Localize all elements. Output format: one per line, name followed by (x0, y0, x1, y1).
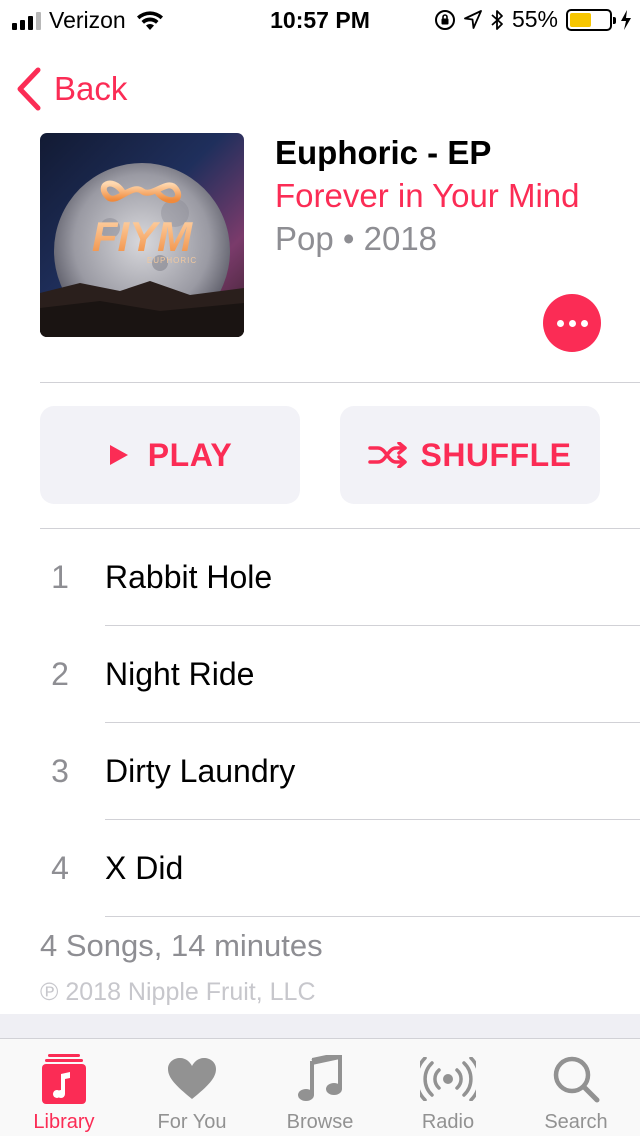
tab-for-you[interactable]: For You (128, 1039, 256, 1136)
shuffle-icon (368, 442, 408, 468)
music-note-icon (292, 1051, 348, 1107)
svg-text:EUPHORIC: EUPHORIC (147, 256, 197, 265)
tab-bar: Library For You Browse Radio Search (0, 1038, 640, 1136)
track-title: X Did (105, 850, 184, 886)
chevron-left-icon (17, 67, 41, 111)
more-options-button[interactable] (543, 294, 601, 352)
track-row[interactable]: 3 Dirty Laundry (0, 723, 640, 820)
tab-label: Library (33, 1111, 95, 1133)
header-divider (40, 382, 640, 383)
play-label: PLAY (147, 436, 233, 473)
tab-browse[interactable]: Browse (256, 1039, 384, 1136)
play-button[interactable]: PLAY (40, 406, 300, 504)
now-playing-spacer (0, 1014, 640, 1038)
copyright-text: ℗ 2018 Nipple Fruit, LLC (40, 978, 316, 1006)
track-number: 2 (51, 656, 69, 692)
track-title: Rabbit Hole (105, 559, 273, 595)
track-title: Night Ride (105, 656, 255, 692)
track-title: Dirty Laundry (105, 753, 296, 789)
track-number: 3 (51, 753, 69, 789)
tab-search[interactable]: Search (512, 1039, 640, 1136)
album-title: Euphoric - EP (275, 134, 492, 171)
back-label: Back (54, 70, 128, 107)
album-summary: 4 Songs, 14 minutes (40, 928, 323, 963)
tab-radio[interactable]: Radio (384, 1039, 512, 1136)
battery-level-fill (570, 12, 591, 27)
tab-label: Browse (286, 1111, 354, 1133)
status-bar: Verizon 10:57 PM 55% (0, 0, 640, 40)
track-row[interactable]: 4 X Did (0, 820, 640, 917)
track-row[interactable]: 2 Night Ride (0, 626, 640, 723)
tab-label: Radio (421, 1111, 475, 1133)
album-artwork[interactable]: FIYM EUPHORIC (40, 133, 244, 337)
charging-bolt-icon (621, 9, 631, 30)
bluetooth-icon (491, 9, 503, 30)
album-artist-link[interactable]: Forever in Your Mind (275, 177, 580, 215)
tab-library[interactable]: Library (0, 1039, 128, 1136)
search-icon (548, 1051, 604, 1107)
shuffle-label: SHUFFLE (420, 436, 572, 473)
back-button[interactable]: Back (16, 64, 127, 114)
heart-icon (164, 1051, 220, 1107)
radio-icon (420, 1051, 476, 1107)
svg-text:FIYM: FIYM (92, 213, 193, 260)
track-row[interactable]: 1 Rabbit Hole (0, 529, 640, 626)
tab-label: Search (544, 1111, 608, 1133)
orientation-lock-icon (434, 9, 455, 30)
track-separator (105, 916, 640, 917)
dot (556, 319, 564, 327)
location-arrow-icon (464, 9, 482, 29)
battery-icon (566, 8, 616, 31)
status-right: 55% (434, 6, 632, 33)
library-icon (36, 1051, 92, 1107)
album-detail-screen: Verizon 10:57 PM 55% Back FIYM EUPHORIC … (0, 0, 640, 1136)
album-genre-year: Pop • 2018 (275, 220, 438, 257)
tab-label: For You (157, 1111, 227, 1133)
track-number: 1 (51, 559, 69, 595)
track-number: 4 (51, 850, 69, 886)
battery-percent: 55% (511, 6, 558, 32)
play-icon (109, 445, 128, 465)
shuffle-button[interactable]: SHUFFLE (340, 406, 600, 504)
